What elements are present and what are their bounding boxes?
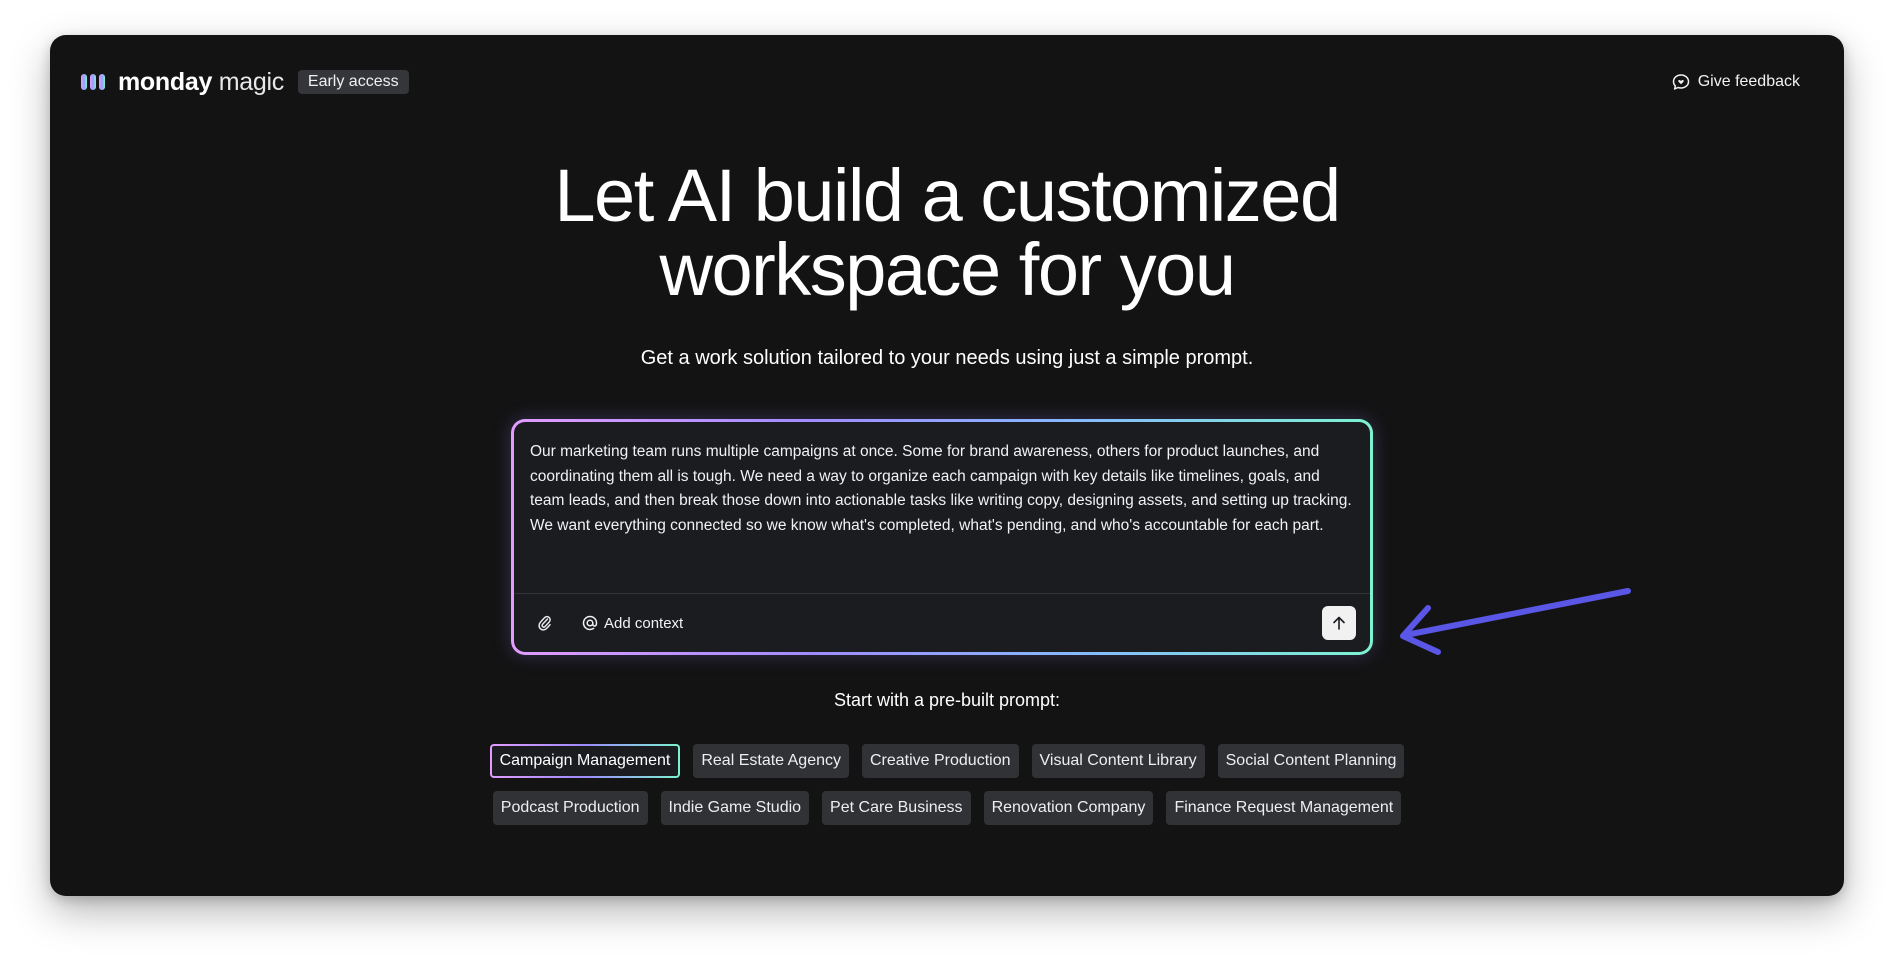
- page-subtitle: Get a work solution tailored to your nee…: [640, 347, 1254, 369]
- headline-line-2: workspace for you: [659, 228, 1237, 311]
- headline-line-1: Let AI build a customized: [554, 154, 1341, 237]
- prompt-input[interactable]: Our marketing team runs multiple campaig…: [530, 440, 1354, 538]
- prompt-box[interactable]: Our marketing team runs multiple campaig…: [511, 419, 1373, 655]
- give-feedback-label: Give feedback: [1697, 73, 1800, 90]
- prompt-box-inner: Our marketing team runs multiple campaig…: [514, 422, 1370, 652]
- prebuilt-prompts-row-2: Podcast Production Indie Game Studio Pet…: [50, 791, 1844, 825]
- prompt-chip-indie-game-studio[interactable]: Indie Game Studio: [660, 791, 810, 825]
- prebuilt-prompts-row-1: Campaign Management Real Estate Agency C…: [50, 744, 1844, 778]
- prompt-chip-real-estate-agency[interactable]: Real Estate Agency: [693, 744, 849, 778]
- prompt-chip-podcast-production[interactable]: Podcast Production: [492, 791, 648, 825]
- prompt-toolbar: Add context: [514, 594, 1370, 652]
- annotation-arrow-icon: [1400, 588, 1631, 655]
- early-access-badge: Early access: [297, 70, 409, 94]
- give-feedback-button[interactable]: Give feedback: [1672, 73, 1800, 91]
- send-button[interactable]: [1322, 606, 1356, 640]
- brand-name: monday magic: [118, 68, 284, 97]
- chat-heart-icon: [1672, 74, 1689, 90]
- prompt-chip-finance-request-management[interactable]: Finance Request Management: [1166, 791, 1402, 825]
- monday-logo-icon: [81, 74, 105, 90]
- top-bar: monday magic Early access Give feedback: [80, 67, 1800, 97]
- prompt-chip-social-content-planning[interactable]: Social Content Planning: [1217, 744, 1405, 778]
- at-sign-icon: [582, 615, 598, 631]
- add-context-label: Add context: [604, 614, 684, 632]
- add-context-button[interactable]: Add context: [582, 615, 683, 632]
- brand[interactable]: monday magic Early access: [80, 68, 409, 97]
- page-headline: Let AI build a customized workspace for …: [50, 159, 1844, 307]
- paperclip-icon[interactable]: [536, 614, 554, 632]
- brand-name-light: magic: [212, 67, 285, 96]
- prompt-chip-creative-production[interactable]: Creative Production: [861, 744, 1019, 778]
- arrow-up-icon: [1333, 616, 1345, 630]
- prompt-chip-visual-content-library[interactable]: Visual Content Library: [1031, 744, 1205, 778]
- prompt-chip-renovation-company[interactable]: Renovation Company: [983, 791, 1154, 825]
- prebuilt-prompts-title: Start with a pre-built prompt:: [833, 690, 1061, 710]
- brand-name-bold: monday: [118, 67, 213, 96]
- prompt-chip-campaign-management[interactable]: Campaign Management: [490, 744, 681, 778]
- prompt-chip-pet-care-business[interactable]: Pet Care Business: [822, 791, 971, 825]
- app-window: monday magic Early access Give feedback …: [50, 35, 1844, 896]
